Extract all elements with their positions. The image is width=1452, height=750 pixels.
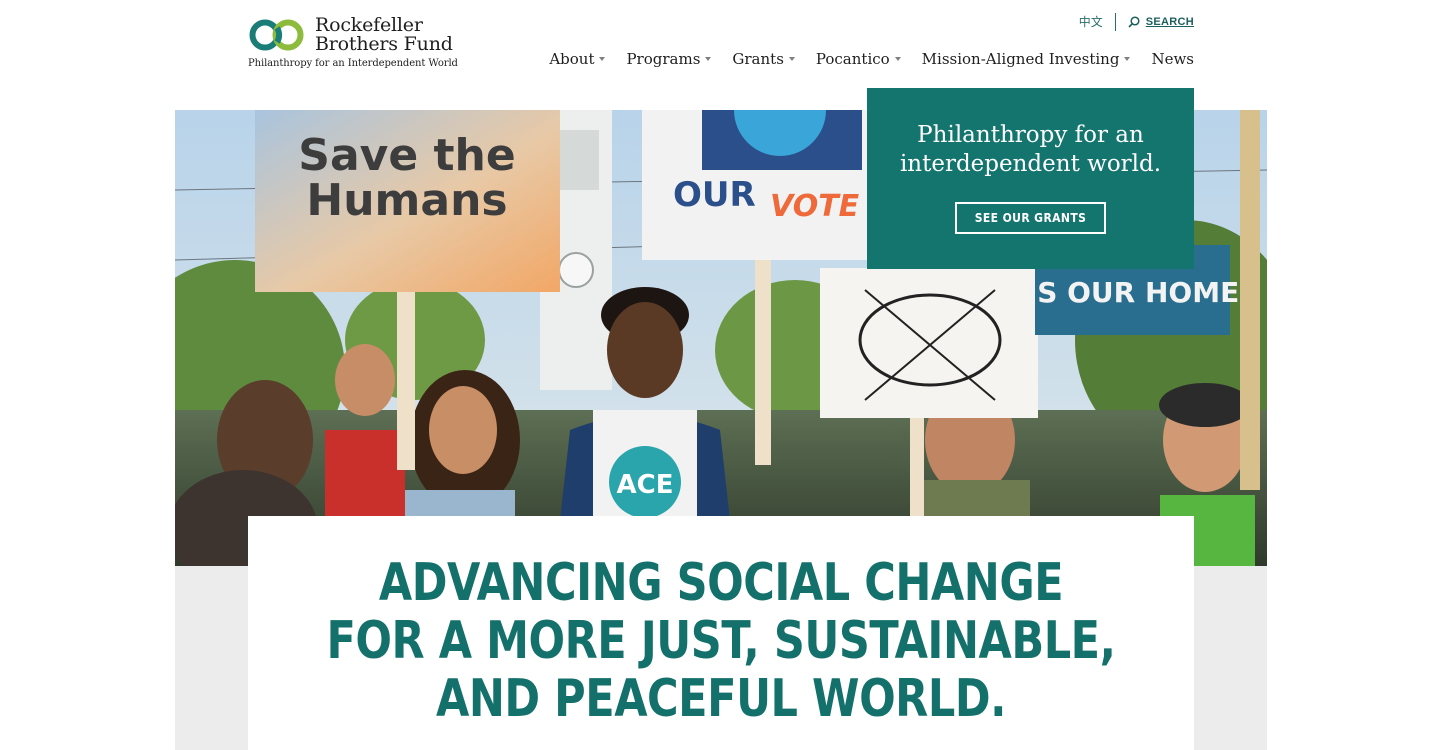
search-link[interactable]: SEARCH: [1116, 16, 1194, 28]
caret-down-icon: [894, 57, 901, 61]
nav-item-mission-aligned-investing[interactable]: Mission-Aligned Investing: [922, 50, 1131, 68]
callout-text: Philanthropy for an interdependent world…: [899, 122, 1162, 177]
mission-line3: AND PEACEFUL WORLD.: [435, 669, 1007, 729]
shirt-text: ACE: [617, 470, 674, 500]
caret-down-icon: [705, 57, 712, 61]
search-icon: [1128, 16, 1140, 28]
sign-save-line1: Save the: [298, 130, 515, 181]
site-logo[interactable]: Rockefeller Brothers Fund Philanthropy f…: [248, 16, 468, 76]
see-our-grants-button[interactable]: SEE OUR GRANTS: [954, 202, 1107, 234]
sign-home: IS OUR HOME: [1027, 276, 1239, 309]
mission-line1: ADVANCING SOCIAL CHANGE: [378, 553, 1064, 613]
sign-vote-vote: VOTE: [770, 189, 860, 224]
hero-callout: Philanthropy for an interdependent world…: [867, 88, 1194, 269]
mission-line2: FOR A MORE JUST, SUSTAINABLE,: [326, 611, 1116, 671]
search-label: SEARCH: [1145, 16, 1194, 28]
utility-nav: 中文 SEARCH: [1079, 12, 1194, 32]
infinity-rings-logo-icon: [249, 19, 304, 51]
logo-tagline: Philanthropy for an Interdependent World: [248, 58, 458, 69]
logo-name-line2: Brothers Fund: [315, 33, 453, 55]
nav-item-label: About: [549, 50, 595, 68]
sign-save-line2: Humans: [306, 175, 507, 226]
nav-item-label: Grants: [732, 50, 784, 68]
nav-item-programs[interactable]: Programs: [626, 50, 712, 68]
nav-item-news[interactable]: News: [1151, 50, 1194, 68]
sign-vote-our: OUR: [673, 175, 756, 215]
nav-item-label: Mission-Aligned Investing: [921, 50, 1120, 68]
mission-heading: ADVANCING SOCIAL CHANGE FOR A MORE JUST,…: [248, 554, 1194, 728]
caret-down-icon: [788, 57, 795, 61]
language-link[interactable]: 中文: [1079, 13, 1116, 31]
nav-item-grants[interactable]: Grants: [732, 50, 795, 68]
nav-item-about[interactable]: About: [549, 50, 606, 68]
logo-wordmark: Rockefeller Brothers Fund: [315, 16, 453, 54]
caret-down-icon: [1124, 57, 1131, 61]
nav-item-label: News: [1151, 50, 1194, 68]
mission-card: ADVANCING SOCIAL CHANGE FOR A MORE JUST,…: [248, 516, 1194, 750]
caret-down-icon: [599, 57, 606, 61]
nav-item-pocantico[interactable]: Pocantico: [816, 50, 901, 68]
main-nav: About Programs Grants Pocantico Mission-…: [549, 50, 1194, 68]
nav-item-label: Pocantico: [815, 50, 890, 68]
nav-item-label: Programs: [626, 50, 701, 68]
